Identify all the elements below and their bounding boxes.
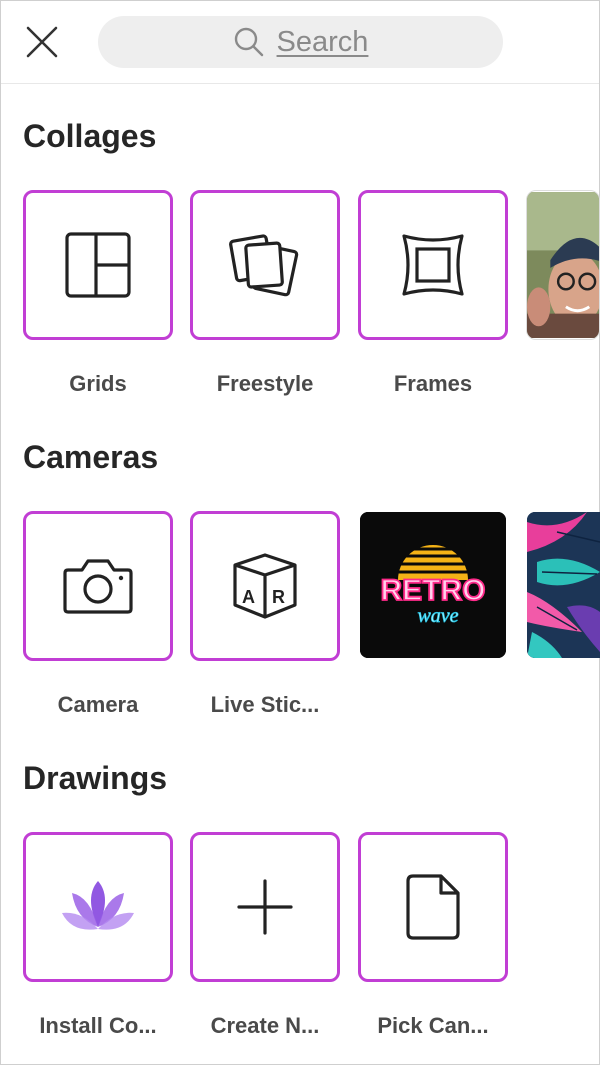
- tile-live-stickers[interactable]: A R: [190, 511, 340, 661]
- svg-text:wave: wave: [417, 605, 458, 627]
- label-frames: Frames: [393, 371, 473, 396]
- label-pick-canvas: Pick Can...: [377, 1013, 489, 1038]
- tile-retro-wave[interactable]: RETRO wave: [360, 512, 506, 658]
- retro-wave-thumbnail: RETRO wave: [360, 512, 506, 658]
- freestyle-layers-icon: [229, 234, 299, 297]
- label-install-concepts: Install Co...: [39, 1013, 157, 1038]
- label-grids: Grids: [69, 371, 127, 396]
- label-live-stickers: Live Stic...: [210, 692, 320, 717]
- close-icon: [26, 26, 58, 58]
- search-input[interactable]: Search: [277, 26, 369, 59]
- camera-icon: [63, 559, 133, 614]
- grid-layout-icon: [65, 232, 131, 298]
- plus-icon: [237, 879, 293, 935]
- section-title-collages: Collages: [23, 118, 157, 154]
- search-icon: [234, 27, 263, 57]
- search-bar[interactable]: Search: [98, 16, 503, 68]
- tile-create-new[interactable]: [190, 832, 340, 982]
- file-icon: [406, 874, 460, 940]
- top-bar: Search: [1, 1, 599, 84]
- svg-text:R: R: [272, 587, 285, 607]
- tile-install-concepts[interactable]: [23, 832, 173, 982]
- section-title-drawings: Drawings: [23, 760, 168, 796]
- close-button[interactable]: [23, 23, 61, 61]
- svg-text:A: A: [242, 587, 255, 607]
- tile-grids[interactable]: [23, 190, 173, 340]
- lotus-icon: [62, 881, 134, 930]
- label-camera: Camera: [57, 692, 139, 717]
- tile-photo-thumbnail[interactable]: [526, 190, 600, 340]
- ar-cube-icon: A R: [233, 553, 297, 619]
- tile-frames[interactable]: [358, 190, 508, 340]
- photo-thumbnail: [527, 192, 599, 338]
- label-freestyle: Freestyle: [216, 371, 314, 396]
- palm-leaves-thumbnail: [527, 512, 600, 658]
- tile-pick-canvas[interactable]: [358, 832, 508, 982]
- svg-text:RETRO: RETRO: [381, 574, 486, 607]
- label-create-new: Create N...: [210, 1013, 320, 1038]
- section-title-cameras: Cameras: [23, 439, 159, 475]
- tile-camera[interactable]: [23, 511, 173, 661]
- frame-icon: [402, 234, 464, 296]
- tile-freestyle[interactable]: [190, 190, 340, 340]
- tile-palm-leaves[interactable]: [527, 512, 600, 658]
